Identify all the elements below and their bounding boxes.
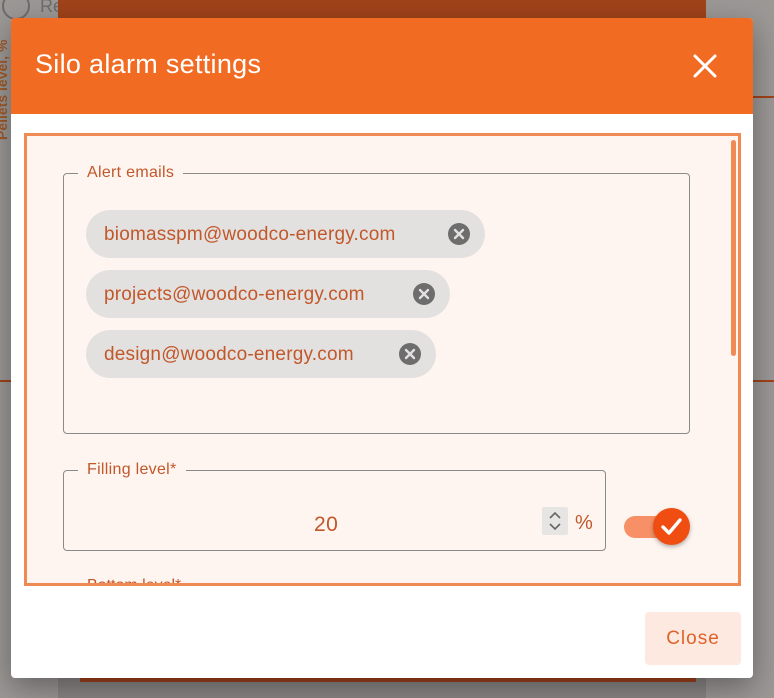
close-button[interactable]: Close — [645, 612, 741, 665]
unit-label: % — [575, 512, 593, 534]
remove-chip-icon[interactable] — [413, 283, 435, 305]
remove-chip-icon[interactable] — [448, 223, 470, 245]
email-chip-label: design@woodco-energy.com — [104, 344, 354, 365]
clock-icon — [2, 0, 30, 20]
dialog-header: Silo alarm settings — [11, 18, 753, 114]
content-scrollbar[interactable] — [731, 140, 736, 356]
filling-level-legend: Filling level* — [87, 461, 177, 478]
bottom-level-legend: Bottom level* — [87, 577, 182, 586]
remove-chip-icon[interactable] — [399, 343, 421, 365]
background-axis-label: Pellets level, % — [0, 40, 10, 140]
close-icon[interactable] — [685, 46, 725, 86]
email-chip-label: biomasspm@woodco-energy.com — [104, 224, 396, 245]
dialog-title: Silo alarm settings — [35, 49, 262, 79]
alert-emails-legend: Alert emails — [87, 164, 175, 181]
background-chart-line — [753, 96, 774, 98]
background-header-bar — [58, 0, 706, 18]
background-footer-bar — [80, 678, 696, 682]
filling-level-field[interactable]: Filling level* 20 % — [63, 461, 606, 551]
toggle-check-icon[interactable] — [653, 508, 690, 545]
email-chip-label: projects@woodco-energy.com — [104, 284, 365, 305]
email-chip: projects@woodco-energy.com — [86, 270, 450, 318]
silo-alarm-dialog: Silo alarm settings Alert emails biomass… — [11, 18, 753, 678]
alert-emails-field[interactable]: Alert emails biomasspm@woodco-energy.com… — [63, 164, 690, 434]
dialog-content: Alert emails biomasspm@woodco-energy.com… — [24, 133, 741, 586]
email-chip: design@woodco-energy.com — [86, 330, 436, 378]
background-chart-line — [753, 380, 774, 382]
number-stepper[interactable] — [542, 507, 568, 535]
filling-level-input[interactable]: 20 — [314, 513, 338, 537]
email-chip: biomasspm@woodco-energy.com — [86, 210, 485, 258]
